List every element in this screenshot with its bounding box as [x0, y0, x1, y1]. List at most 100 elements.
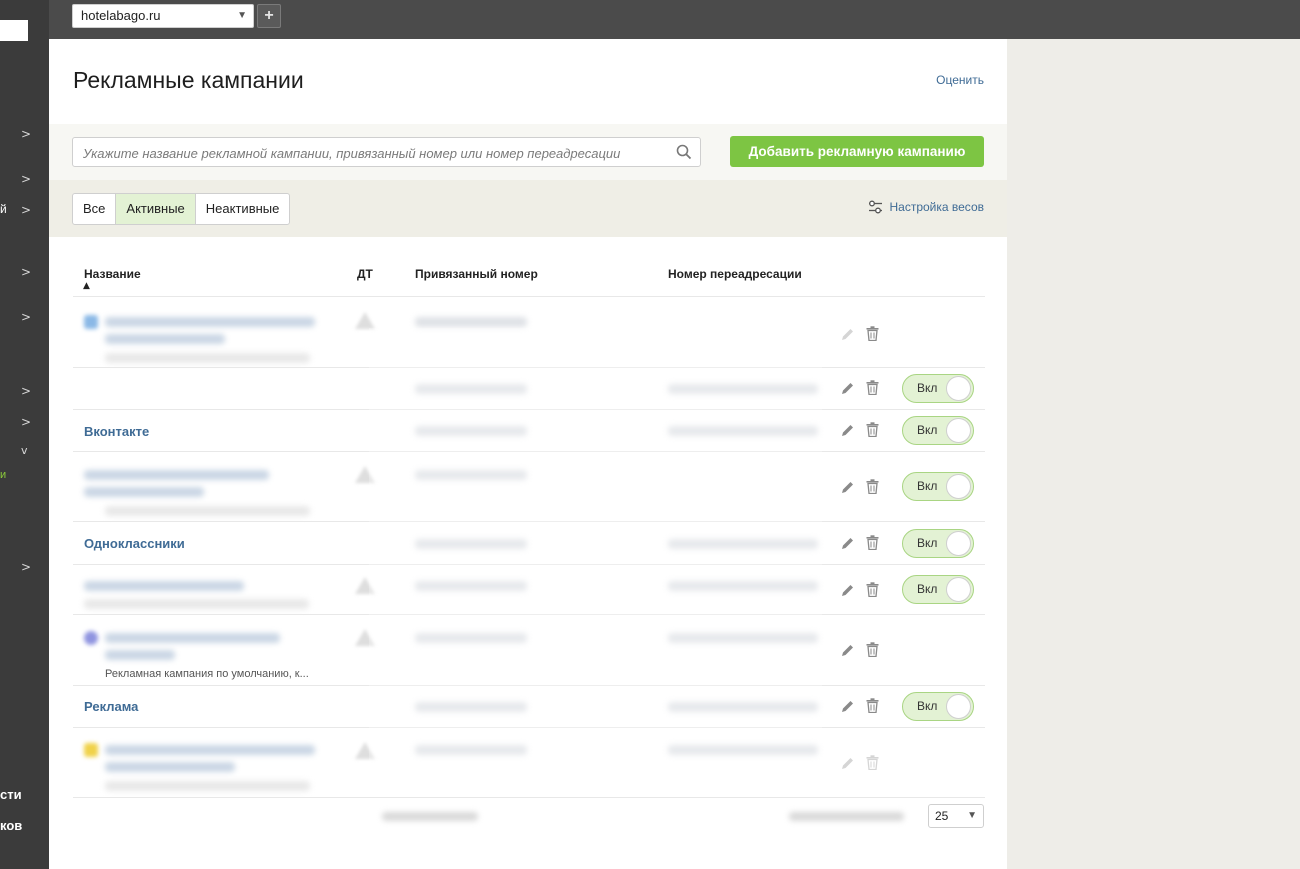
blurred-linked-number [415, 745, 527, 755]
table-row[interactable] [73, 727, 985, 798]
warning-icon [355, 577, 375, 594]
toggle-knob [946, 376, 971, 401]
sidebar-logo-box[interactable] [0, 20, 28, 41]
edit-icon[interactable] [840, 381, 855, 401]
blurred-campaign-name [105, 745, 315, 755]
trash-icon[interactable] [866, 422, 879, 442]
warning-icon [355, 466, 375, 483]
chevron-right-icon[interactable]: > [21, 560, 31, 574]
weights-settings-label: Настройка весов [889, 200, 984, 214]
filter-tab-active[interactable]: Активные [116, 194, 196, 224]
blurred-redirect-number [668, 426, 818, 436]
toggle-knob [946, 531, 971, 556]
chevron-right-icon[interactable]: > [21, 127, 31, 141]
table-row[interactable]: Вкл [73, 564, 985, 615]
chevron-down-icon[interactable]: v [21, 444, 28, 457]
filter-band: Все Активные Неактивные Настройка весов [49, 180, 1007, 237]
edit-icon[interactable] [840, 643, 855, 663]
blurred-redirect-number [668, 745, 818, 755]
search-input[interactable] [81, 143, 665, 163]
toggle-label: Вкл [917, 479, 938, 493]
blurred-campaign-name [105, 762, 235, 772]
trash-icon[interactable] [866, 479, 879, 499]
table-row[interactable]: Вконтакте Вкл [73, 409, 985, 452]
blurred-description [105, 506, 310, 516]
toggle-knob [946, 694, 971, 719]
warning-icon [355, 629, 375, 646]
toggle-label: Вкл [917, 423, 938, 437]
blurred-linked-number [415, 470, 527, 480]
sidebar-item-label[interactable]: ков [0, 818, 22, 833]
blurred-linked-number [415, 581, 527, 591]
campaign-toggle[interactable]: Вкл [902, 529, 974, 558]
campaign-source-icon [84, 315, 98, 329]
trash-icon[interactable] [866, 582, 879, 602]
trash-icon[interactable] [866, 535, 879, 555]
trash-icon[interactable] [866, 755, 879, 775]
add-site-button[interactable]: + [257, 4, 281, 28]
trash-icon[interactable] [866, 698, 879, 718]
column-header-name[interactable]: Название [84, 267, 141, 281]
edit-icon[interactable] [840, 536, 855, 556]
blurred-linked-number [415, 426, 527, 436]
left-sidebar: > > й > > > > > v и > сти ков [0, 0, 49, 869]
campaign-name-link[interactable]: Вконтакте [84, 424, 149, 439]
edit-icon[interactable] [840, 756, 855, 776]
search-box[interactable] [72, 137, 701, 167]
campaign-toggle[interactable]: Вкл [902, 692, 974, 721]
toggle-label: Вкл [917, 381, 938, 395]
search-icon[interactable] [676, 144, 692, 160]
table-row[interactable] [73, 296, 985, 368]
rate-link[interactable]: Оценить [936, 73, 984, 87]
site-select[interactable]: hotelabago.ru ▼ [72, 4, 254, 28]
edit-icon[interactable] [840, 480, 855, 500]
chevron-right-icon[interactable]: > [21, 203, 31, 217]
table-row[interactable]: Вкл [73, 367, 985, 410]
chevron-right-icon[interactable]: > [21, 265, 31, 279]
chevron-down-icon: ▼ [967, 810, 977, 821]
campaign-name-link[interactable]: Реклама [84, 699, 138, 714]
toggle-label: Вкл [917, 536, 938, 550]
campaign-toggle[interactable]: Вкл [902, 575, 974, 604]
toggle-label: Вкл [917, 582, 938, 596]
blurred-campaign-name [105, 317, 315, 327]
campaign-toggle[interactable]: Вкл [902, 472, 974, 501]
site-select-value: hotelabago.ru [81, 8, 161, 23]
campaign-toggle[interactable]: Вкл [902, 416, 974, 445]
chevron-right-icon[interactable]: > [21, 310, 31, 324]
filter-tab-all[interactable]: Все [73, 194, 117, 224]
campaign-name-link[interactable]: Одноклассники [84, 536, 185, 551]
edit-icon[interactable] [840, 327, 855, 347]
blurred-campaign-name [105, 633, 280, 643]
column-header-redirect-number: Номер переадресации [668, 267, 802, 281]
table-row[interactable]: Вкл [73, 451, 985, 522]
weights-settings-link[interactable]: Настройка весов [868, 200, 984, 214]
sidebar-item-label[interactable]: сти [0, 787, 22, 802]
blurred-linked-number [415, 539, 527, 549]
blurred-description [105, 781, 310, 791]
per-page-select[interactable]: 25 ▼ [928, 804, 984, 828]
table-row[interactable]: Реклама Вкл [73, 685, 985, 728]
campaign-toggle[interactable]: Вкл [902, 374, 974, 403]
add-campaign-button[interactable]: Добавить рекламную кампанию [730, 136, 984, 167]
trash-icon[interactable] [866, 326, 879, 346]
filter-tab-inactive[interactable]: Неактивные [196, 194, 290, 224]
sidebar-item-active-label[interactable]: и [0, 469, 6, 481]
table-row[interactable]: Одноклассники Вкл [73, 521, 985, 565]
table-row[interactable]: Рекламная кампания по умолчанию, к... [73, 614, 985, 686]
sort-up-icon[interactable]: ▲ [83, 281, 90, 291]
blurred-redirect-number [668, 539, 818, 549]
edit-icon[interactable] [840, 423, 855, 443]
chevron-right-icon[interactable]: > [21, 384, 31, 398]
search-band: Добавить рекламную кампанию [49, 124, 1007, 180]
trash-icon[interactable] [866, 642, 879, 662]
sidebar-item-label[interactable]: й [0, 202, 7, 216]
chevron-right-icon[interactable]: > [21, 172, 31, 186]
edit-icon[interactable] [840, 699, 855, 719]
trash-icon[interactable] [866, 380, 879, 400]
filter-tabs: Все Активные Неактивные [72, 193, 291, 225]
edit-icon[interactable] [840, 583, 855, 603]
plus-icon: + [264, 7, 274, 24]
chevron-right-icon[interactable]: > [21, 415, 31, 429]
table-header: Название ▲ ДТ Привязанный номер Номер пе… [73, 267, 985, 297]
